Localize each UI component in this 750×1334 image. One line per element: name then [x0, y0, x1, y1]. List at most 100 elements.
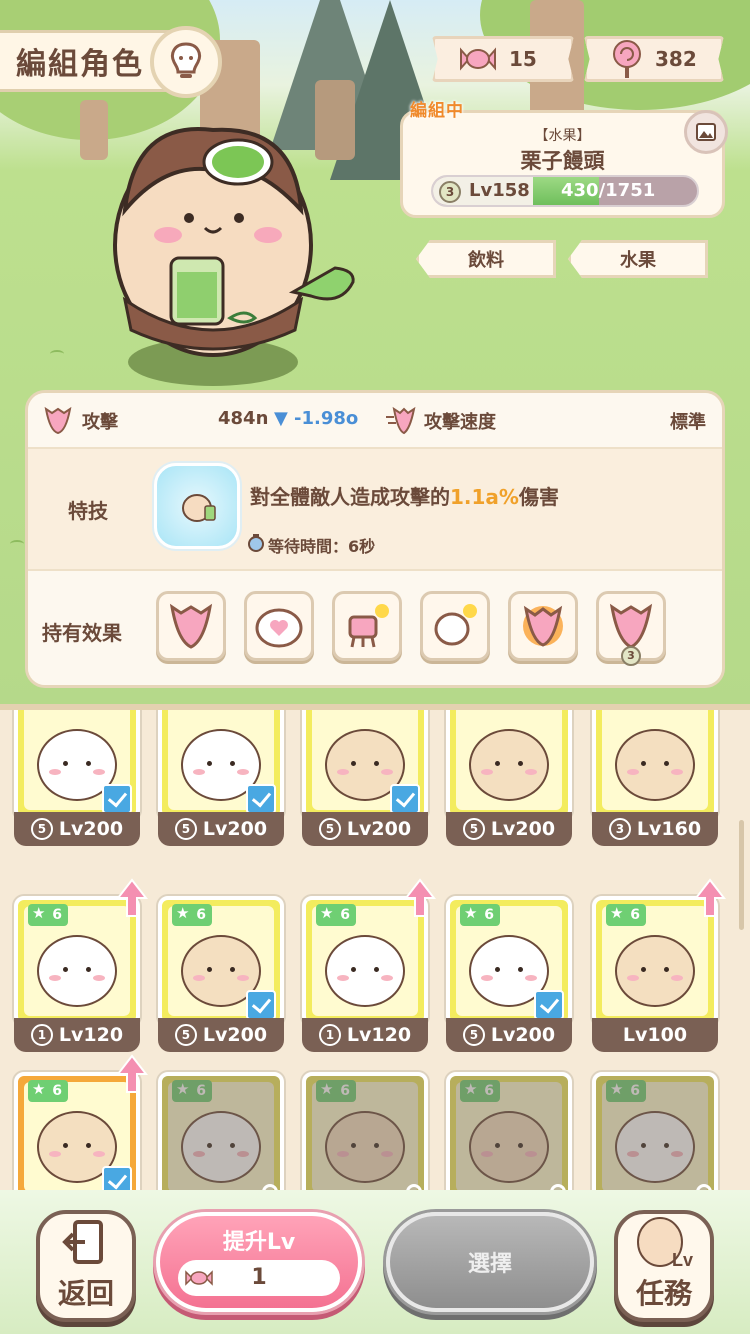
character-card[interactable]: ★ 6 — [302, 1072, 428, 1194]
skill-character-icon — [182, 494, 216, 522]
skill-highlight: 1.1a% — [450, 485, 519, 509]
card-level-bar: 1 Lv120 — [14, 1018, 140, 1052]
character-portrait[interactable] — [105, 100, 365, 390]
heart-icon — [255, 608, 303, 648]
star-icon: ★ — [464, 904, 478, 922]
character-cell[interactable]: ★ 6 — [302, 1072, 428, 1194]
star-count: 6 — [52, 1083, 62, 1099]
character-card[interactable] — [302, 710, 428, 820]
character-cell[interactable]: 5 Lv200 — [14, 710, 140, 846]
locked-overlay — [306, 1076, 424, 1194]
card-rank-badge: 1 — [318, 1024, 341, 1046]
effect-attack-burst[interactable] — [508, 591, 578, 661]
attack-label: 攻擊 — [82, 412, 118, 433]
character-cell[interactable]: 3 Lv160 — [592, 710, 718, 846]
back-button[interactable]: 返回 — [36, 1210, 136, 1322]
image-icon — [696, 123, 716, 141]
character-card[interactable] — [446, 710, 572, 820]
card-level: Lv200 — [490, 818, 556, 840]
character-avatar — [615, 728, 695, 801]
level-up-arrow-icon — [115, 878, 149, 918]
character-avatar — [469, 728, 549, 801]
character-card[interactable] — [14, 710, 140, 820]
card-rank-badge: 5 — [318, 818, 341, 840]
character-cell[interactable]: ★ 6 1 Lv120 — [14, 878, 149, 1052]
character-cell[interactable]: ★ 6 1 Lv120 — [302, 878, 437, 1052]
skill-label: 特技 — [68, 499, 108, 523]
effect-robot[interactable] — [332, 591, 402, 661]
attack-boost-icon — [169, 603, 213, 649]
star-badge: ★ 6 — [606, 904, 646, 926]
character-cell[interactable]: 5 Lv200 — [302, 710, 428, 846]
effect-level-badge: 3 — [621, 646, 641, 666]
character-grid: 5 Lv200 5 Lv200 5 Lv200 5 Lv200 3 Lv160 ★ 6 1 Lv120 ★ 6… — [0, 704, 750, 1194]
card-rank-badge: 5 — [462, 1024, 485, 1046]
character-card[interactable]: ★ 6 — [592, 1072, 718, 1194]
card-rank-badge: 5 — [174, 818, 197, 840]
character-cell[interactable]: ★ 6 — [446, 1072, 572, 1194]
hint-button[interactable] — [150, 26, 222, 98]
mission-button[interactable]: Lv 任務 — [614, 1210, 714, 1322]
locked-overlay — [450, 1076, 568, 1194]
character-cell[interactable]: ★ 6 — [592, 1072, 718, 1194]
hourglass-icon — [248, 534, 264, 552]
character-name: 栗子饅頭 — [520, 149, 605, 173]
character-card[interactable]: ★ 6 — [158, 1072, 284, 1194]
card-level: Lv200 — [202, 1024, 268, 1046]
character-cell[interactable]: 5 Lv200 — [446, 710, 572, 846]
checkmark-icon — [534, 990, 564, 1020]
card-level-bar: 5 Lv200 — [158, 812, 284, 846]
checkmark-icon — [102, 784, 132, 814]
level-up-arrow-icon — [115, 1054, 149, 1094]
character-type: 【水果】 — [534, 128, 591, 144]
card-level-bar: 1 Lv120 — [302, 1018, 428, 1052]
character-card[interactable]: ★ 6 — [158, 896, 284, 1026]
rank-badge: 3 — [439, 181, 461, 203]
character-cell[interactable]: ★ 6 — [158, 1072, 284, 1194]
locked-overlay — [162, 1076, 280, 1194]
effect-attack[interactable] — [156, 591, 226, 661]
grass-tuft — [10, 540, 24, 548]
card-level: Lv120 — [58, 1024, 124, 1046]
character-card[interactable] — [592, 710, 718, 820]
star-count: 6 — [196, 907, 206, 923]
level-up-arrow-icon — [693, 878, 727, 918]
skill-icon[interactable] — [154, 463, 240, 549]
level-up-button[interactable]: 提升Lv 1 — [156, 1212, 362, 1312]
character-avatar — [325, 934, 405, 1007]
card-level: Lv160 — [636, 818, 702, 840]
lightbulb-icon — [171, 42, 201, 78]
effect-heart[interactable] — [244, 591, 314, 661]
robot-icon — [348, 604, 389, 648]
character-card[interactable]: ★ 6 — [446, 1072, 572, 1194]
tab-fruit[interactable]: 水果 — [568, 240, 708, 278]
attack-speed-icon — [386, 406, 416, 435]
locked-overlay — [596, 1076, 714, 1194]
checkmark-icon — [390, 784, 420, 814]
character-cell[interactable]: ★ 6 — [14, 1054, 149, 1194]
skill-desc-suffix: 傷害 — [518, 485, 559, 509]
tree-trunk — [80, 100, 108, 160]
character-card[interactable]: ★ 6 — [446, 896, 572, 1026]
character-cell[interactable]: ★ 6 Lv100 — [592, 878, 727, 1052]
mission-character-icon: Lv — [637, 1217, 693, 1270]
level-up-amount-field[interactable]: 1 — [178, 1260, 340, 1296]
photo-button[interactable] — [684, 110, 728, 154]
character-cell[interactable]: ★ 6 5 Lv200 — [158, 896, 284, 1052]
character-cell[interactable]: ★ 6 5 Lv200 — [446, 896, 572, 1052]
level-progress-bar: 3 Lv158 430/1751 — [431, 175, 699, 207]
tab-drink[interactable]: 飲料 — [416, 240, 556, 278]
ghost-icon — [434, 604, 477, 646]
lollipop-count: 382 — [655, 47, 697, 71]
grid-scrollbar[interactable] — [739, 820, 744, 930]
star-count: 6 — [52, 907, 62, 923]
effect-attack-3[interactable]: 3 — [596, 591, 666, 666]
card-level: Lv120 — [346, 1024, 412, 1046]
character-card[interactable] — [158, 710, 284, 820]
candy-icon — [460, 47, 496, 71]
character-cell[interactable]: 5 Lv200 — [158, 710, 284, 846]
card-level: Lv200 — [58, 818, 124, 840]
effect-ghost[interactable] — [420, 591, 490, 661]
select-button[interactable]: 選擇 — [386, 1212, 594, 1312]
attack-boost-icon — [609, 603, 653, 649]
